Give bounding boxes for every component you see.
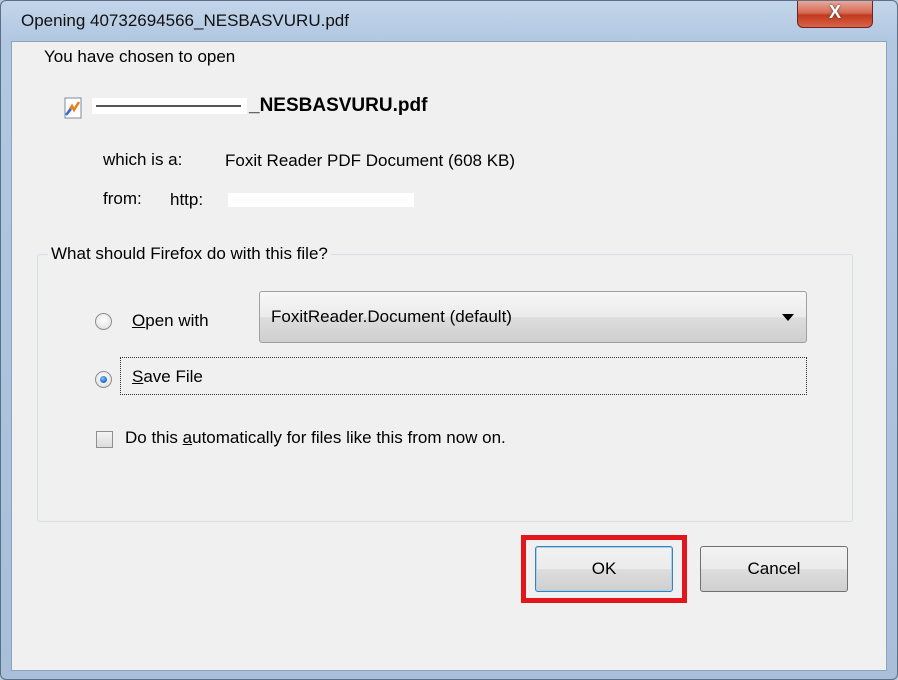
file-type-value: Foxit Reader PDF Document (608 KB)	[225, 151, 516, 170]
file-type-label: which is a:	[103, 150, 183, 169]
file-name: _NESBASVURU.pdf	[92, 95, 427, 117]
open-with-label[interactable]: Open with	[132, 311, 209, 331]
auto-action-label[interactable]: Do this automatically for files like thi…	[125, 428, 506, 448]
intro-text: You have chosen to open	[44, 47, 236, 66]
redacted-url	[228, 193, 414, 207]
source-url: http:	[170, 190, 204, 209]
save-file-focus-ring	[120, 357, 807, 395]
redacted-filename-prefix	[92, 97, 247, 114]
auto-action-checkbox[interactable]	[96, 431, 113, 448]
window-title: Opening 40732694566_NESBASVURU.pdf	[21, 11, 349, 30]
cancel-button[interactable]: Cancel	[700, 546, 848, 592]
ok-highlight-box	[521, 535, 687, 603]
pdf-file-icon	[64, 97, 82, 119]
file-name-visible: _NESBASVURU.pdf	[249, 95, 428, 116]
save-file-radio[interactable]	[95, 371, 112, 388]
close-button[interactable]: X	[797, 1, 873, 28]
title-bar[interactable]: Opening 40732694566_NESBASVURU.pdf X	[1, 1, 897, 41]
action-group-legend: What should Firefox do with this file?	[48, 244, 331, 264]
open-with-radio[interactable]	[95, 313, 112, 330]
close-icon: X	[828, 2, 841, 22]
chevron-down-icon	[782, 314, 794, 321]
save-file-label[interactable]: Save File	[132, 367, 203, 387]
application-select-value: FoxitReader.Document (default)	[271, 307, 512, 326]
application-select[interactable]: FoxitReader.Document (default)	[259, 291, 807, 343]
source-label: from:	[103, 189, 142, 208]
